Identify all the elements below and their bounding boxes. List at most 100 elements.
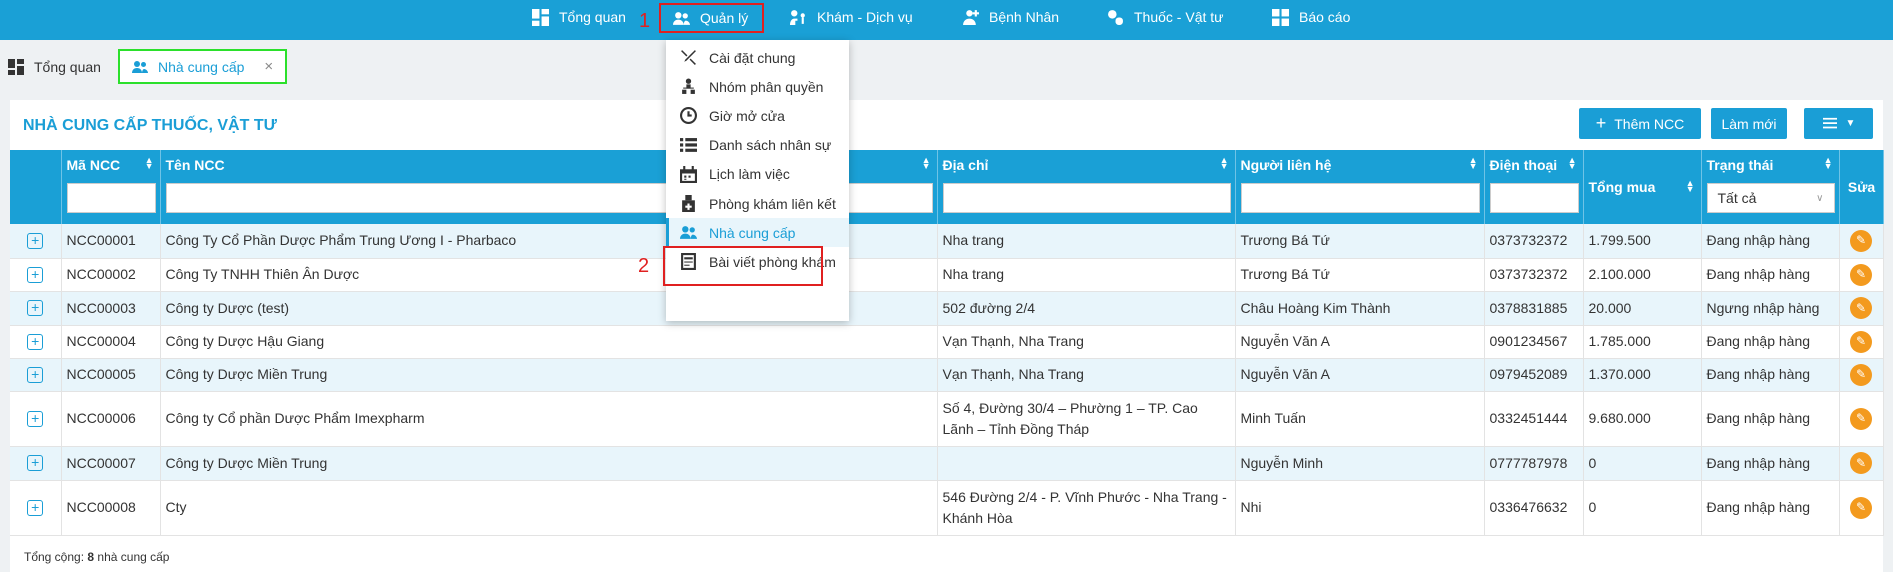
tab-bar: Tổng quan Nhà cung cấp × — [0, 40, 1893, 88]
expand-cell[interactable]: + — [10, 446, 62, 481]
filter-address-input[interactable] — [942, 183, 1231, 213]
cell-total: 0 — [1583, 480, 1702, 536]
expand-cell[interactable]: + — [10, 291, 62, 326]
filter-contact-input[interactable] — [1240, 183, 1480, 213]
edit-cell[interactable]: ✎ — [1839, 446, 1884, 481]
expand-cell[interactable]: + — [10, 258, 62, 292]
expand-icon[interactable]: + — [27, 499, 44, 516]
expand-cell[interactable]: + — [10, 391, 62, 447]
cell-contact: Nguyễn Minh — [1235, 446, 1485, 481]
menu-item-label: Danh sách nhân sự — [709, 137, 832, 154]
sort-icon[interactable]: ▲ ▼ — [1686, 179, 1695, 194]
table-row: + NCC00003 Công ty Dược (test) 502 đường 2/… — [10, 291, 1884, 326]
menu-item-label: Nhà cung cấp — [709, 224, 796, 241]
pencil-icon[interactable]: ✎ — [1850, 407, 1872, 430]
edit-cell[interactable]: ✎ — [1839, 224, 1884, 259]
sort-icon[interactable]: ▲ ▼ — [1568, 156, 1577, 171]
cell-contact: Nguyễn Văn A — [1235, 325, 1485, 359]
sort-icon[interactable]: ▲ ▼ — [922, 156, 931, 171]
cell-phone: 0373732372 — [1484, 224, 1584, 259]
list-icon — [680, 137, 697, 152]
expand-icon[interactable]: + — [27, 232, 44, 249]
cell-phone: 0378831885 — [1484, 291, 1584, 326]
table-row: + NCC00005 Công ty Dược Miền Trung Vạn Thạn… — [10, 358, 1884, 392]
users-icon — [132, 60, 148, 73]
expand-cell[interactable]: + — [10, 325, 62, 359]
expand-icon[interactable]: + — [27, 300, 44, 316]
menu-item-cài-đặt-chung[interactable]: Cài đặt chung — [666, 43, 849, 72]
sort-icon[interactable]: ▲ ▼ — [1824, 156, 1833, 171]
sort-icon[interactable]: ▲ ▼ — [1220, 156, 1229, 171]
menu-item-nhà-cung-cấp[interactable]: Nhà cung cấp — [666, 218, 849, 248]
close-icon[interactable]: × — [264, 58, 273, 75]
pencil-icon[interactable]: ✎ — [1850, 496, 1872, 519]
edit-cell[interactable]: ✎ — [1839, 391, 1884, 447]
cell-status: Đang nhập hàng — [1701, 258, 1840, 292]
tools-icon — [681, 50, 696, 65]
edit-cell[interactable]: ✎ — [1839, 258, 1884, 292]
nav-tong-quan[interactable]: Tổng quan — [532, 0, 626, 34]
cell-code: NCC00001 — [61, 224, 161, 259]
menu-item-nhóm-phân-quyền[interactable]: Nhóm phân quyền — [666, 72, 849, 101]
expand-cell[interactable]: + — [10, 224, 62, 259]
cell-status: Đang nhập hàng — [1701, 480, 1840, 536]
header-status[interactable]: Trạng thái ▲ ▼ Tất cả ∨ — [1701, 150, 1840, 224]
menu-item-giờ-mở-cửa[interactable]: Giờ mở cửa — [666, 101, 849, 130]
annotation-number: 2 — [638, 255, 650, 277]
expand-icon[interactable]: + — [27, 410, 44, 427]
header-contact[interactable]: Người liên hệ ▲ ▼ — [1235, 150, 1485, 224]
edit-cell[interactable]: ✎ — [1839, 325, 1884, 359]
add-supplier-button[interactable]: + Thêm NCC — [1579, 108, 1701, 139]
clock-icon — [680, 107, 697, 125]
expand-cell[interactable]: + — [10, 480, 62, 536]
cell-address — [937, 446, 1236, 481]
nav-benh-nhan[interactable]: Bệnh Nhân — [962, 0, 1059, 34]
table-row: + NCC00004 Công ty Dược Hậu Giang Vạn Thạnh… — [10, 325, 1884, 359]
menu-item-phòng-khám-liên-kết[interactable]: Phòng khám liên kết — [666, 189, 849, 218]
pencil-icon[interactable]: ✎ — [1850, 297, 1872, 319]
edit-cell[interactable]: ✎ — [1839, 480, 1884, 536]
nav-quan-ly[interactable]: Quản lý — [659, 3, 765, 33]
filter-code-input[interactable] — [66, 183, 156, 213]
pencil-icon[interactable]: ✎ — [1850, 330, 1872, 353]
pencil-icon[interactable]: ✎ — [1850, 263, 1872, 286]
header-code[interactable]: Mã NCC ▲ ▼ — [61, 150, 161, 224]
header-phone[interactable]: Điện thoại ▲ ▼ — [1484, 150, 1584, 224]
cell-code: NCC00006 — [61, 391, 161, 447]
tab-nha-cung-cap[interactable]: Nhà cung cấp × — [118, 49, 288, 84]
header-total[interactable]: Tổng mua ▲ ▼ — [1583, 150, 1702, 224]
menu-item-label: Phòng khám liên kết — [709, 195, 836, 212]
sort-icon[interactable]: ▲ ▼ — [1469, 156, 1478, 171]
cell-code: NCC00003 — [61, 291, 161, 326]
cell-contact: Minh Tuấn — [1235, 391, 1485, 447]
nav-label: Khám - Dịch vụ — [817, 9, 913, 25]
edit-cell[interactable]: ✎ — [1839, 358, 1884, 392]
expand-cell[interactable]: + — [10, 358, 62, 392]
column-options-button[interactable]: ▼ — [1804, 108, 1873, 139]
expand-icon[interactable]: + — [27, 266, 44, 283]
nav-bao-cao[interactable]: Báo cáo — [1272, 0, 1350, 34]
pencil-icon[interactable]: ✎ — [1850, 452, 1872, 474]
edit-cell[interactable]: ✎ — [1839, 291, 1884, 326]
chevron-down-icon: ▼ — [1845, 118, 1856, 129]
nav-thuoc-vat-tu[interactable]: Thuốc - Vật tư — [1107, 0, 1224, 34]
cell-address: 502 đường 2/4 — [937, 291, 1236, 326]
expand-icon[interactable]: + — [27, 333, 44, 350]
pencil-icon[interactable]: ✎ — [1850, 229, 1872, 252]
menu-item-danh-sách-nhân-sự[interactable]: Danh sách nhân sự — [666, 131, 849, 160]
cell-phone: 0373732372 — [1484, 258, 1584, 292]
expand-icon[interactable]: + — [27, 455, 44, 471]
tab-tong-quan[interactable]: Tổng quan — [8, 49, 101, 84]
annotation-number: 1 — [639, 10, 651, 32]
cell-total: 0 — [1583, 446, 1702, 481]
pencil-icon[interactable]: ✎ — [1850, 363, 1872, 386]
refresh-button[interactable]: Làm mới — [1711, 108, 1787, 139]
expand-icon[interactable]: + — [27, 366, 44, 383]
nav-kham-dich-vu[interactable]: Khám - Dịch vụ — [790, 0, 913, 34]
status-filter-select[interactable]: Tất cả ∨ — [1706, 183, 1835, 213]
sort-icon[interactable]: ▲ ▼ — [145, 156, 154, 171]
cell-contact: Nhi — [1235, 480, 1485, 536]
header-address[interactable]: Địa chỉ ▲ ▼ — [937, 150, 1236, 224]
filter-phone-input[interactable] — [1489, 183, 1579, 213]
menu-item-lịch-làm-việc[interactable]: Lịch làm việc — [666, 160, 849, 189]
